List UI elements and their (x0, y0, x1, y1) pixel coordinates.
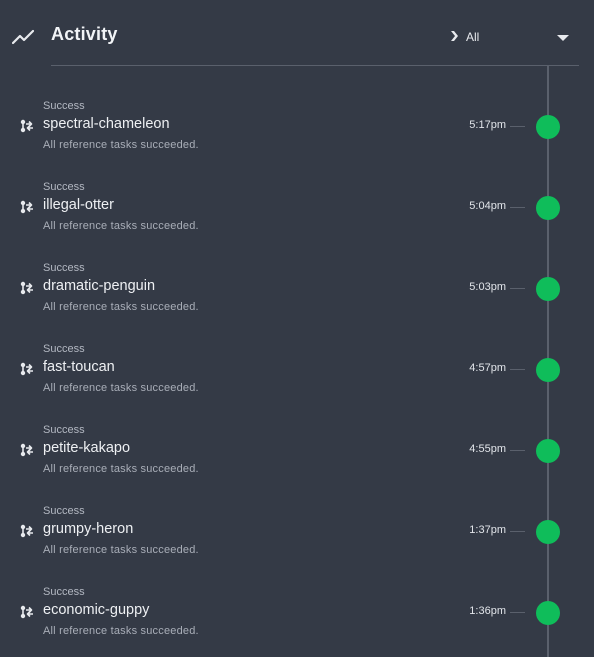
status-label: Success (43, 262, 85, 274)
run-icon (20, 200, 33, 214)
run-time: 1:36pm (469, 605, 506, 617)
filter-label: All (466, 30, 480, 44)
status-label: Success (43, 424, 85, 436)
header-divider (51, 65, 579, 66)
status-label: Success (43, 505, 85, 517)
timeline-tick (510, 126, 525, 127)
run-description: All reference tasks succeeded. (43, 544, 199, 556)
timeline-tick (510, 288, 525, 289)
run-icon (20, 281, 33, 295)
activity-header: Activity All (0, 0, 594, 66)
status-label: Success (43, 100, 85, 112)
status-dot (536, 115, 560, 139)
run-name[interactable]: illegal-otter (43, 197, 114, 213)
status-dot (536, 601, 560, 625)
status-label: Success (43, 343, 85, 355)
filter-dropdown[interactable]: All (446, 28, 574, 48)
run-icon (20, 524, 33, 538)
run-name[interactable]: grumpy-heron (43, 521, 133, 537)
run-time: 5:04pm (469, 200, 506, 212)
run-time: 5:03pm (469, 281, 506, 293)
run-icon (20, 119, 33, 133)
run-icon (20, 362, 33, 376)
status-dot (536, 196, 560, 220)
run-name[interactable]: economic-guppy (43, 602, 149, 618)
trending-up-icon (12, 29, 34, 45)
activity-item[interactable]: Success illegal-otter All reference task… (0, 176, 594, 257)
status-dot (536, 439, 560, 463)
run-description: All reference tasks succeeded. (43, 463, 199, 475)
run-description: All reference tasks succeeded. (43, 382, 199, 394)
timeline-tick (510, 450, 525, 451)
run-time: 4:55pm (469, 443, 506, 455)
activity-item[interactable]: Success fast-toucan All reference tasks … (0, 338, 594, 419)
run-icon (20, 605, 33, 619)
timeline-tick (510, 612, 525, 613)
run-description: All reference tasks succeeded. (43, 301, 199, 313)
status-dot (536, 358, 560, 382)
run-name[interactable]: dramatic-penguin (43, 278, 155, 294)
run-name[interactable]: fast-toucan (43, 359, 115, 375)
run-description: All reference tasks succeeded. (43, 220, 199, 232)
activity-item[interactable]: Success spectral-chameleon All reference… (0, 95, 594, 176)
page-title: Activity (51, 24, 118, 44)
timeline-tick (510, 531, 525, 532)
status-dot (536, 520, 560, 544)
status-label: Success (43, 586, 85, 598)
status-label: Success (43, 181, 85, 193)
activity-item[interactable]: Success dramatic-penguin All reference t… (0, 257, 594, 338)
run-time: 4:57pm (469, 362, 506, 374)
activity-list: Success spectral-chameleon All reference… (0, 95, 594, 657)
run-time: 5:17pm (469, 119, 506, 131)
status-dot (536, 277, 560, 301)
activity-item[interactable]: Success grumpy-heron All reference tasks… (0, 500, 594, 581)
chevron-right-icon (451, 31, 458, 41)
run-name[interactable]: petite-kakapo (43, 440, 130, 456)
run-description: All reference tasks succeeded. (43, 625, 199, 637)
run-name[interactable]: spectral-chameleon (43, 116, 170, 132)
run-time: 1:37pm (469, 524, 506, 536)
run-description: All reference tasks succeeded. (43, 139, 199, 151)
timeline-tick (510, 207, 525, 208)
timeline-tick (510, 369, 525, 370)
activity-item[interactable]: Success petite-kakapo All reference task… (0, 419, 594, 500)
run-icon (20, 443, 33, 457)
activity-item[interactable]: Success economic-guppy All reference tas… (0, 581, 594, 657)
caret-down-icon (557, 35, 569, 41)
